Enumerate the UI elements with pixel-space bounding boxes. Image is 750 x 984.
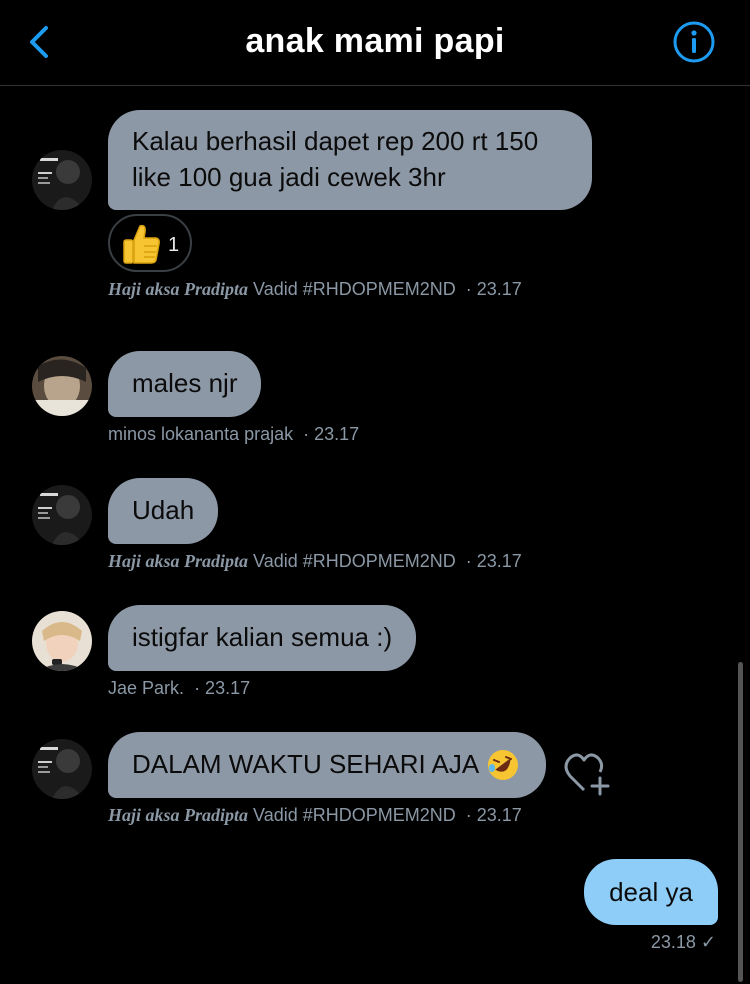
message-bubble[interactable]: Udah	[108, 478, 219, 544]
message-bubble[interactable]: males njr	[108, 351, 262, 417]
sender-name-suffix: Vadid #RHDOPMEM2ND	[253, 279, 456, 299]
message-meta: minos lokananta prajak · 23.17	[108, 424, 359, 445]
message-meta: Haji aksa Pradipta Vadid #RHDOPMEM2ND · …	[108, 551, 522, 572]
message-meta: Haji aksa Pradipta Vadid #RHDOPMEM2ND · …	[108, 805, 522, 826]
add-reaction-button[interactable]	[562, 748, 614, 798]
own-message-time: 23.18 ✓	[650, 932, 716, 952]
message-time: · 23.17	[194, 678, 251, 698]
sender-name: Jae Park.	[108, 678, 185, 698]
message-meta: Haji aksa Pradipta Vadid #RHDOPMEM2ND · …	[108, 279, 522, 300]
conversation-header: anak mami papi	[0, 0, 750, 86]
avatar[interactable]	[32, 356, 92, 416]
message-text-line: like 100 gua jadi cewek 3hr	[132, 162, 446, 192]
message-bubble[interactable]: Kalau berhasil dapet rep 200 rt 150 like…	[108, 110, 592, 210]
message-bubble[interactable]: DALAM WAKTU SEHARI AJA	[108, 732, 546, 798]
message-text: istigfar kalian semua :)	[132, 622, 393, 652]
avatar[interactable]	[32, 739, 92, 799]
sender-name-suffix: Vadid #RHDOPMEM2ND	[253, 805, 456, 825]
message-text-line: Kalau berhasil dapet rep 200 rt 150	[132, 126, 539, 156]
reaction-count: 1	[168, 234, 180, 256]
scrollbar[interactable]	[738, 662, 743, 982]
reaction-badge[interactable]: 1	[108, 214, 192, 272]
own-message-bubble[interactable]: deal ya	[584, 859, 718, 925]
info-button[interactable]	[672, 20, 716, 64]
sender-name: Haji aksa Pradipta	[108, 551, 249, 571]
info-circle-icon	[673, 21, 715, 63]
avatar[interactable]	[32, 611, 92, 671]
message-text: males njr	[132, 368, 238, 398]
message-text: Udah	[132, 495, 195, 525]
message-text: DALAM WAKTU SEHARI AJA	[132, 749, 480, 779]
message-time: · 23.17	[465, 805, 522, 825]
message-time: · 23.17	[465, 551, 522, 571]
message-bubble[interactable]: istigfar kalian semua :)	[108, 605, 417, 671]
avatar[interactable]	[32, 485, 92, 545]
conversation-title: anak mami papi	[245, 22, 505, 60]
message-time: · 23.17	[465, 279, 522, 299]
sender-name: Haji aksa Pradipta	[108, 279, 249, 299]
message-meta: Jae Park. · 23.17	[108, 678, 250, 699]
message-time: · 23.17	[303, 424, 360, 444]
sender-name: Haji aksa Pradipta	[108, 805, 249, 825]
rolling-laughing-emoji-icon	[488, 750, 518, 780]
sender-name-suffix: Vadid #RHDOPMEM2ND	[253, 551, 456, 571]
thumbs-up-icon	[123, 224, 160, 264]
avatar[interactable]	[32, 150, 92, 210]
own-message-text: deal ya	[609, 877, 693, 907]
heart-plus-icon	[564, 753, 610, 796]
sender-name: minos lokananta prajak	[108, 424, 294, 444]
